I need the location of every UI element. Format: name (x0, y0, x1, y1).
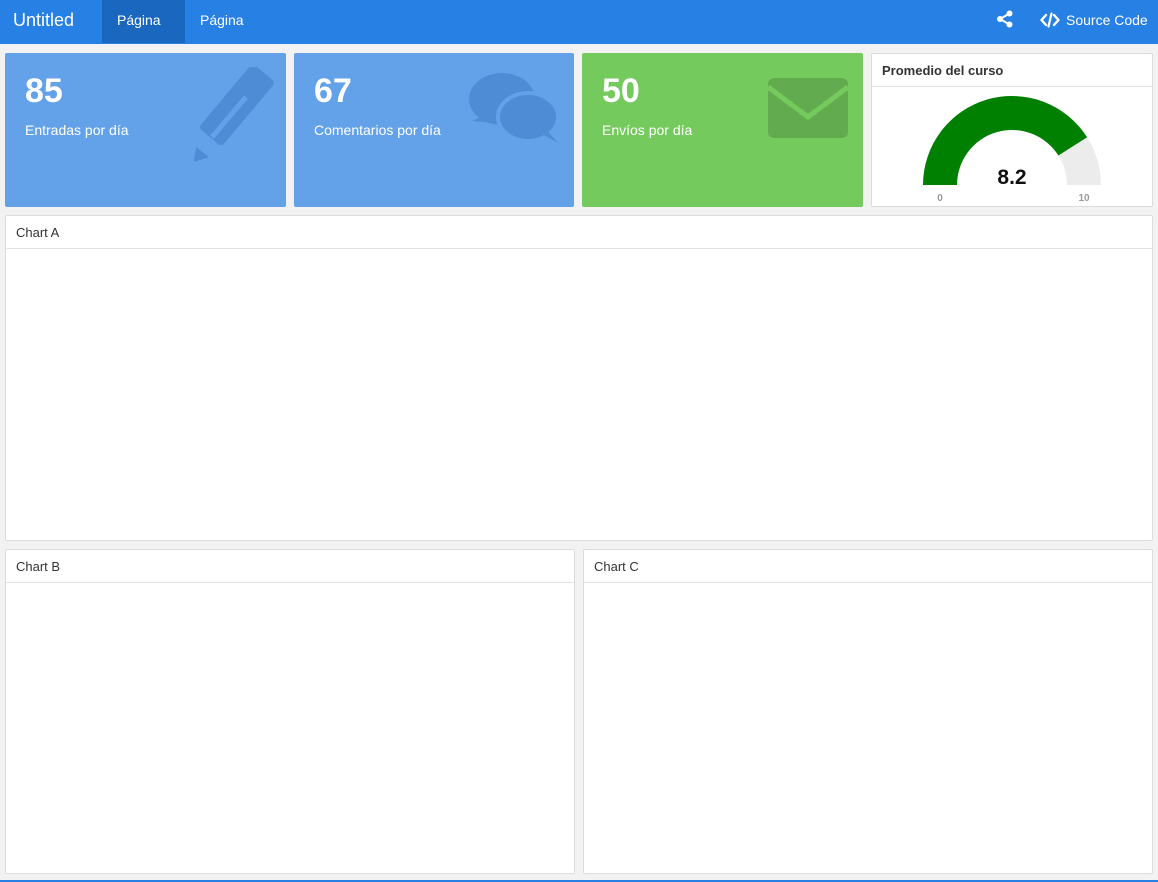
source-code-button[interactable]: Source Code (1040, 0, 1148, 40)
gauge-min-label: 0 (937, 193, 943, 204)
chart-b-title: Chart B (6, 550, 574, 583)
gauge-max-label: 10 (1078, 193, 1090, 204)
source-code-label: Source Code (1066, 12, 1148, 28)
chart-c-card: Chart C (583, 549, 1153, 874)
chart-a-title: Chart A (6, 216, 1152, 249)
value-box-value: 85 (25, 72, 63, 110)
chart-a-card: Chart A (5, 215, 1153, 541)
value-box-entradas: 85 Entradas por día (5, 53, 286, 207)
top-navbar: Untitled Página 1 Página 2 Source Code (0, 0, 1158, 68)
value-box-comentarios: 67 Comentarios por día (294, 53, 574, 207)
dashboard-title[interactable]: Untitled (13, 0, 74, 44)
gauge-title: Promedio del curso (872, 54, 1152, 87)
value-box-value: 50 (602, 72, 640, 110)
value-box-value: 67 (314, 72, 352, 110)
value-box-caption: Envíos por día (602, 122, 693, 138)
pencil-icon (194, 67, 274, 162)
value-box-caption: Entradas por día (25, 122, 129, 138)
envelope-icon (767, 78, 849, 138)
tab-pagina-2[interactable]: Página 2 (185, 0, 269, 68)
gauge-card: Promedio del curso 8.2 0 10 (871, 53, 1153, 207)
gauge-chart: 8.2 0 10 (923, 95, 1101, 204)
chart-b-card: Chart B (5, 549, 575, 874)
share-icon[interactable] (996, 10, 1014, 28)
comments-icon (469, 73, 560, 143)
chart-c-title: Chart C (584, 550, 1152, 583)
value-box-envios: 50 Envíos por día (582, 53, 863, 207)
value-box-caption: Comentarios por día (314, 122, 441, 138)
tab-pagina-1[interactable]: Página 1 (102, 0, 185, 68)
gauge-value: 8.2 (997, 166, 1026, 189)
code-icon (1040, 12, 1060, 28)
